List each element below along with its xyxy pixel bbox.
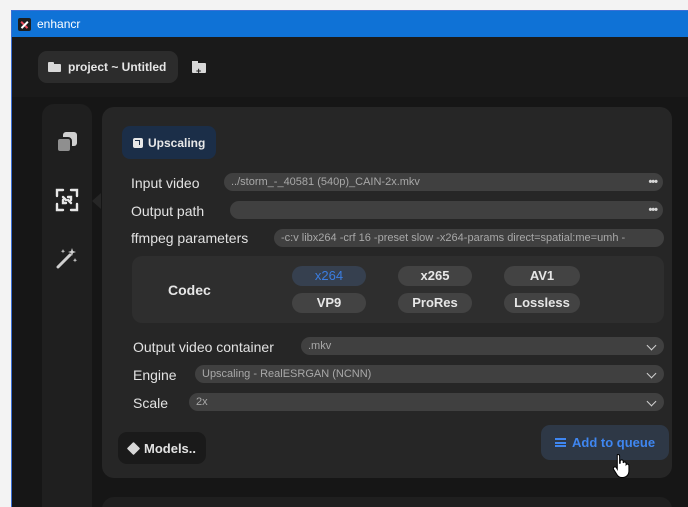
title-bar: enhancr xyxy=(12,11,688,37)
folder-icon xyxy=(48,62,61,72)
codec-label: Codec xyxy=(168,282,211,298)
mode-badge: Upscaling xyxy=(122,126,217,159)
engine-select[interactable]: Upscaling - RealESRGAN (NCNN) xyxy=(195,365,664,383)
app-logo-icon xyxy=(18,17,31,31)
cube-icon xyxy=(126,441,141,455)
chevron-down-icon xyxy=(646,340,657,351)
engine-value: Upscaling - RealESRGAN (NCNN) xyxy=(202,368,372,380)
scale-select[interactable]: 2x xyxy=(189,393,664,411)
top-bar: project ~ Untitled + xyxy=(12,37,688,97)
codec-option-av1[interactable]: AV1 xyxy=(504,266,580,286)
scale-label: Scale xyxy=(133,395,169,411)
output-path-field[interactable]: ••• xyxy=(230,201,663,219)
models-button-label: Models.. xyxy=(144,440,197,456)
sidebar-item-queue[interactable] xyxy=(55,130,79,154)
ffmpeg-label: ffmpeg parameters xyxy=(131,230,249,246)
browse-dots-icon[interactable]: ••• xyxy=(648,173,658,191)
output-path-label: Output path xyxy=(131,203,205,219)
codec-option-x265[interactable]: x265 xyxy=(398,266,472,286)
codec-option-vp9[interactable]: VP9 xyxy=(292,293,366,313)
expand-focus-icon xyxy=(55,188,79,212)
codec-option-x264[interactable]: x264 xyxy=(292,266,366,286)
mode-badge-label: Upscaling xyxy=(148,135,206,150)
hand-cursor-icon xyxy=(612,453,630,478)
folder-plus-icon: + xyxy=(192,61,206,76)
sidebar-item-enhance[interactable] xyxy=(55,246,79,270)
sidebar xyxy=(42,104,92,507)
magic-wand-icon xyxy=(56,248,78,269)
upscaling-panel: Upscaling Input video ../storm_-_40581 (… xyxy=(102,107,672,478)
app-window: enhancr project ~ Untitled + Upscaling I… xyxy=(11,10,688,507)
container-value: .mkv xyxy=(308,340,332,352)
ffmpeg-params-input[interactable]: -c:v libx264 -crf 16 -preset slow -x264-… xyxy=(274,229,664,247)
new-project-button[interactable]: + xyxy=(192,61,207,76)
chevron-down-icon xyxy=(646,396,657,407)
scale-value: 2x xyxy=(196,396,208,408)
chevron-down-icon xyxy=(646,368,657,379)
input-video-label: Input video xyxy=(131,175,200,191)
add-to-queue-label: Add to queue xyxy=(572,435,656,450)
list-icon xyxy=(555,438,566,447)
models-button[interactable]: Models.. xyxy=(118,432,207,464)
window-title: enhancr xyxy=(37,17,81,31)
sidebar-item-upscaling[interactable] xyxy=(55,188,79,212)
input-video-value: ../storm_-_40581 (540p)_CAIN-2x.mkv xyxy=(231,176,420,188)
browse-dots-icon[interactable]: ••• xyxy=(648,201,658,219)
container-label: Output video container xyxy=(133,339,274,355)
codec-option-lossless[interactable]: Lossless xyxy=(504,293,580,313)
codec-selector: Codec x264 x265 AV1 VP9 ProRes Lossless xyxy=(132,256,664,323)
arrow-up-right-icon xyxy=(133,137,143,148)
project-label: project ~ Untitled xyxy=(68,60,167,74)
codec-option-prores[interactable]: ProRes xyxy=(398,293,472,313)
input-video-field[interactable]: ../storm_-_40581 (540p)_CAIN-2x.mkv ••• xyxy=(224,173,663,191)
ffmpeg-params-value: -c:v libx264 -crf 16 -preset slow -x264-… xyxy=(281,232,626,244)
project-button[interactable]: project ~ Untitled xyxy=(38,51,179,83)
add-to-queue-button[interactable]: Add to queue xyxy=(541,425,670,460)
active-pointer xyxy=(92,193,101,209)
copy-stack-icon xyxy=(56,132,77,153)
engine-label: Engine xyxy=(133,367,177,383)
container-select[interactable]: .mkv xyxy=(301,337,664,355)
